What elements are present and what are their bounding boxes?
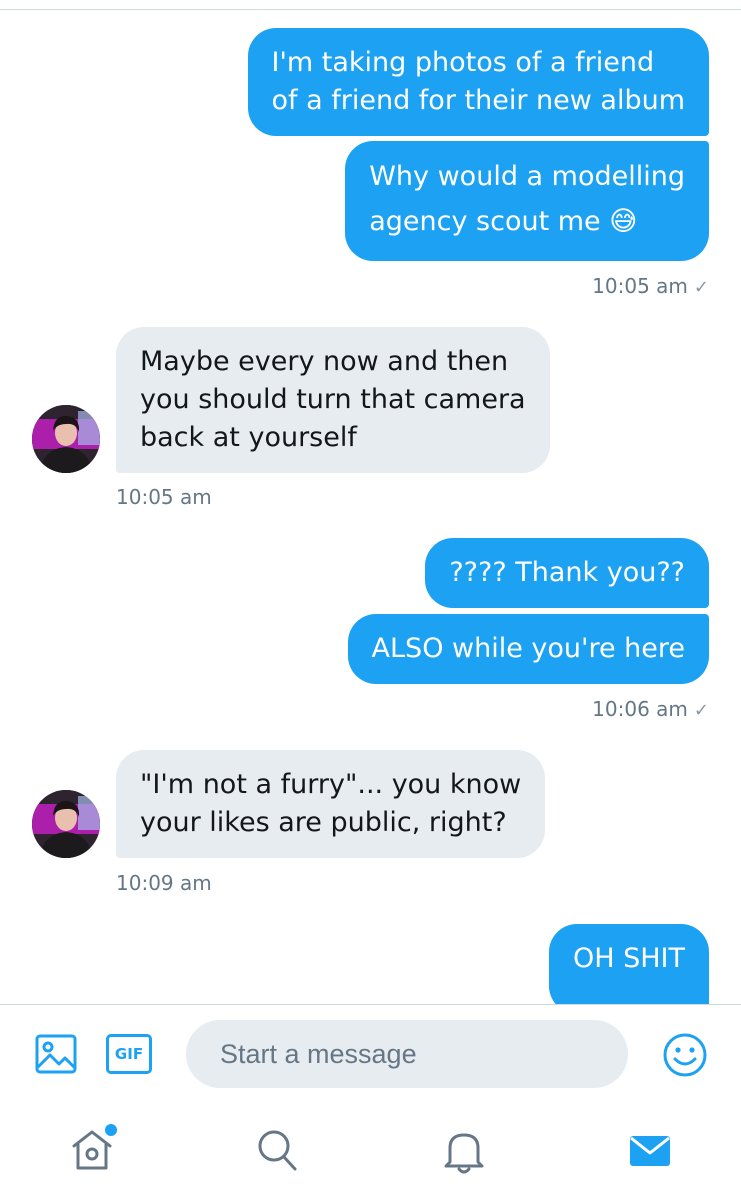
tab-search[interactable]	[246, 1118, 310, 1182]
avatar-image	[32, 405, 100, 473]
messages-icon	[630, 1136, 670, 1166]
message-timestamp: 10:05 am	[116, 485, 212, 509]
tab-notifications[interactable]	[432, 1118, 496, 1182]
emoji-button[interactable]	[660, 1030, 710, 1080]
message-line: "I'm not a furry"... you know	[140, 769, 522, 800]
message-line: your likes are public, right?	[140, 807, 507, 838]
outgoing-message[interactable]: ALSO while you're here	[347, 614, 709, 684]
message-line: OH SHIT	[572, 943, 685, 974]
notifications-icon	[444, 1133, 484, 1174]
message-input[interactable]	[186, 1020, 628, 1088]
timestamp-text: 10:09 am	[116, 871, 212, 895]
outgoing-message[interactable]: OH SHIT	[548, 924, 709, 1004]
outgoing-message[interactable]: Why would a modelling agency scout me 😅	[345, 141, 709, 261]
gif-label: GIF	[114, 1045, 144, 1063]
tab-messages[interactable]	[618, 1118, 682, 1182]
message-line: Why would a modelling	[369, 161, 685, 192]
image-icon	[35, 1034, 77, 1074]
message-timestamp: 10:06 am ✓	[592, 697, 709, 721]
message-timestamp: 10:05 am ✓	[592, 274, 709, 298]
search-icon	[258, 1130, 297, 1171]
avatar[interactable]	[32, 790, 100, 858]
outgoing-message[interactable]: ???? Thank you??	[425, 538, 709, 608]
message-line: you should turn that camera	[140, 384, 526, 415]
new-activity-dot	[105, 1124, 117, 1136]
gif-icon[interactable]: GIF	[106, 1034, 152, 1074]
message-line: ???? Thank you??	[449, 557, 685, 588]
avatar[interactable]	[32, 405, 100, 473]
composer-divider	[0, 1004, 741, 1005]
avatar-image	[32, 790, 100, 858]
timestamp-text: 10:05 am	[116, 485, 212, 509]
message-line: I'm taking photos of a friend	[271, 47, 655, 78]
outgoing-message[interactable]: I'm taking photos of a friend of a frien…	[247, 28, 709, 136]
message-thread[interactable]: I'm taking photos of a friend of a frien…	[0, 0, 741, 1004]
timestamp-text: 10:06 am	[592, 697, 688, 721]
image-button[interactable]	[34, 1033, 78, 1075]
emoji-icon	[663, 1033, 707, 1077]
read-check-icon: ✓	[693, 277, 709, 298]
message-line: of a friend for their new album	[271, 85, 685, 116]
timestamp-text: 10:05 am	[592, 274, 688, 298]
message-line: back at yourself	[140, 422, 357, 453]
message-timestamp: 10:09 am	[116, 871, 212, 895]
home-icon	[72, 1124, 117, 1170]
tab-home[interactable]	[60, 1118, 124, 1182]
read-check-icon: ✓	[693, 700, 709, 721]
incoming-message[interactable]: Maybe every now and then you should turn…	[116, 327, 550, 473]
message-line: ALSO while you're here	[371, 633, 685, 664]
message-line: agency scout me 😅	[369, 206, 638, 237]
incoming-message[interactable]: "I'm not a furry"... you know your likes…	[116, 750, 546, 858]
message-line: Maybe every now and then	[140, 346, 509, 377]
